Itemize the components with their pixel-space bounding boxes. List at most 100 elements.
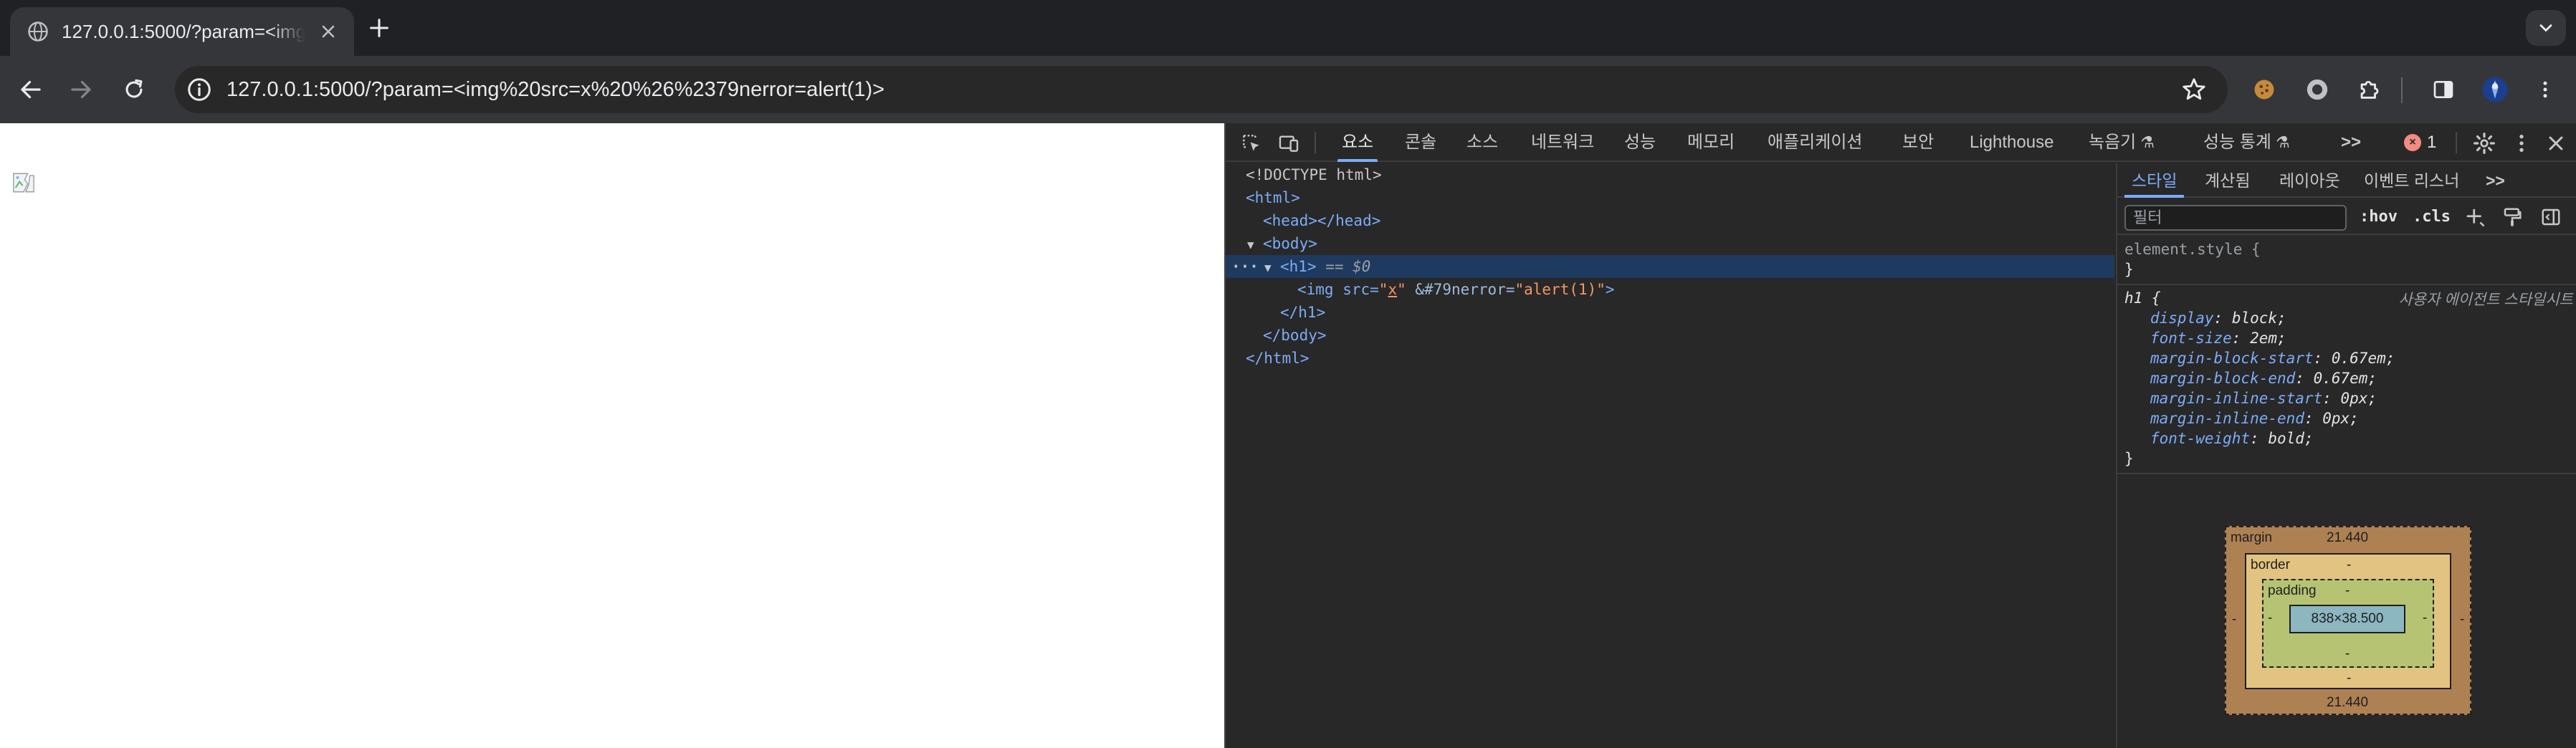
more-options-icon[interactable]: ···	[1231, 255, 1259, 278]
tab-recorder[interactable]: 녹음기 ⚗	[2089, 123, 2155, 162]
dom-body-close[interactable]: </body>	[1226, 324, 2114, 347]
arrow-left-icon	[21, 80, 41, 99]
tab-elements[interactable]: 요소	[1337, 123, 1378, 162]
box-model-diagram: margin 21.440 - - 21.440 border - - padd…	[2225, 526, 2471, 715]
margin-right-value[interactable]: -	[2460, 612, 2464, 628]
padding-bottom-value[interactable]: -	[2345, 646, 2350, 662]
tab-recorder-label: 녹음기	[2089, 133, 2137, 152]
forward-button[interactable]	[66, 75, 96, 105]
tab-styles[interactable]: 스타일	[2124, 163, 2185, 198]
margin-top-value[interactable]: 21.440	[2327, 530, 2368, 546]
html-tag: <html>	[1246, 189, 1300, 206]
reload-button[interactable]	[119, 75, 149, 105]
dom-body-open[interactable]: ▼ <body>	[1226, 232, 2114, 255]
dom-doctype[interactable]: <!DOCTYPE html>	[1226, 163, 2114, 186]
tab-network[interactable]: 네트워크	[1531, 123, 1594, 162]
border-bottom-value[interactable]: -	[2347, 671, 2351, 686]
tab-memory[interactable]: 메모리	[1687, 123, 1735, 162]
inspect-element-icon[interactable]	[1240, 132, 1263, 155]
class-toggle[interactable]: .cls	[2413, 203, 2451, 231]
kebab-menu-icon[interactable]	[2510, 132, 2533, 155]
dom-h1-selected[interactable]: ··· ▼ <h1> == $0	[1226, 255, 2114, 278]
margin-bottom-value[interactable]: 21.440	[2327, 695, 2368, 711]
css-property[interactable]: font-weight: bold;	[2124, 428, 2572, 449]
address-bar[interactable]: 127.0.0.1:5000/?param=<img%20src=x%20%26…	[175, 66, 2228, 113]
head-tag: <head></head>	[1263, 212, 1381, 229]
gear-icon[interactable]	[2473, 132, 2496, 155]
tab-computed[interactable]: 계산됨	[2205, 163, 2250, 198]
add-rule-icon[interactable]	[2464, 206, 2486, 228]
browser-tab-active[interactable]: 127.0.0.1:5000/?param=<img src=x %20&#79…	[10, 7, 354, 56]
star-icon[interactable]	[2180, 76, 2208, 103]
css-property[interactable]: margin-block-end: 0.67em;	[2124, 368, 2572, 388]
padding-top-value[interactable]: -	[2345, 583, 2350, 599]
close-icon[interactable]	[2544, 132, 2567, 155]
css-property[interactable]: margin-inline-end: 0px;	[2124, 408, 2572, 428]
back-button[interactable]	[16, 75, 46, 105]
more-sidebar-tabs-button[interactable]: >>	[2486, 163, 2505, 198]
element-style-rule[interactable]: element.style { }	[2117, 236, 2576, 285]
cookie-extension-button[interactable]	[2249, 75, 2279, 105]
dom-img[interactable]: <img src="x" &#79nerror="alert(1)">	[1226, 278, 2114, 301]
tab-performance-insights-label: 성능 통계	[2203, 133, 2271, 152]
record-extension-button[interactable]	[2302, 75, 2332, 105]
extensions-button[interactable]	[2354, 75, 2384, 105]
tab-event-listeners[interactable]: 이벤트 리스너	[2364, 163, 2459, 198]
tab-performance[interactable]: 성능	[1624, 123, 1656, 162]
dom-head[interactable]: <head></head>	[1226, 209, 2114, 232]
new-tab-icon[interactable]	[367, 16, 391, 40]
tab-layout[interactable]: 레이아웃	[2279, 163, 2340, 198]
css-property[interactable]: margin-inline-start: 0px;	[2124, 388, 2572, 408]
styles-filter-input[interactable]	[2124, 205, 2347, 231]
profile-button[interactable]	[2480, 75, 2510, 105]
paint-roller-icon[interactable]	[2501, 206, 2523, 228]
toggle-sidebar-icon[interactable]	[2540, 206, 2562, 228]
tab-title: 127.0.0.1:5000/?param=<img src=x %20&#79…	[62, 20, 305, 42]
css-property[interactable]: font-size: 2em;	[2124, 328, 2572, 348]
tab-security[interactable]: 보안	[1902, 123, 1934, 162]
box-model-content-size[interactable]: 838×38.500	[2289, 605, 2405, 633]
padding-left-value[interactable]: -	[2268, 610, 2272, 626]
menu-button[interactable]	[2530, 75, 2560, 105]
element-style-selector: element.style {	[2124, 241, 2261, 258]
selected-marker: == $0	[1325, 258, 1371, 275]
body-tag: <body>	[1263, 235, 1317, 252]
tab-performance-insights[interactable]: 성능 통계 ⚗	[2203, 123, 2290, 162]
dom-html-close[interactable]: </html>	[1226, 347, 2114, 370]
error-count: 1	[2427, 133, 2437, 152]
tab-sources[interactable]: 소스	[1466, 123, 1498, 162]
reload-icon	[125, 79, 143, 98]
more-tabs-button[interactable]: >>	[2341, 123, 2361, 162]
site-info-icon[interactable]	[186, 77, 212, 102]
close-icon[interactable]	[318, 21, 338, 42]
box-model-padding[interactable]: padding - - - - 838×38.500	[2262, 579, 2434, 668]
tab-application[interactable]: 애플리케이션	[1768, 123, 1862, 162]
hover-state-toggle[interactable]: :hov	[2360, 203, 2398, 231]
side-panel-button[interactable]	[2428, 75, 2458, 105]
css-property-name: margin-inline-end	[2150, 410, 2304, 427]
dom-h1-close[interactable]: </h1>	[1226, 301, 2114, 324]
chevron-down-icon	[2539, 24, 2552, 32]
css-property[interactable]: margin-block-start: 0.67em;	[2124, 348, 2572, 368]
box-model-border[interactable]: border - - padding - - - - 838×38.500	[2245, 553, 2451, 689]
css-property-name: margin-block-start	[2150, 350, 2314, 367]
css-property-name: margin-inline-start	[2150, 390, 2323, 407]
margin-left-value[interactable]: -	[2232, 612, 2236, 628]
expand-triangle-icon[interactable]: ▼	[1247, 234, 1263, 256]
tab-lighthouse[interactable]: Lighthouse	[1970, 123, 2053, 162]
img-tag-end: >	[1605, 281, 1615, 298]
device-toolbar-icon[interactable]	[1277, 132, 1300, 155]
css-property[interactable]: display: block;	[2124, 308, 2572, 328]
expand-triangle-icon[interactable]: ▼	[1264, 256, 1280, 279]
padding-right-value[interactable]: -	[2423, 610, 2427, 626]
border-top-value[interactable]: -	[2347, 557, 2351, 573]
img-src-link[interactable]: x	[1388, 281, 1397, 298]
error-count-badge[interactable]: × 1	[2404, 123, 2436, 162]
devtools-tabbar: 요소 콘솔 소스 네트워크 성능 메모리 애플리케이션 보안 Lighthous…	[1226, 123, 2576, 162]
tab-search-button[interactable]	[2526, 10, 2566, 46]
h1-ua-rule[interactable]: 사용자 에이전트 스타일시트 h1 { display: block; font…	[2117, 285, 2576, 474]
box-model-margin[interactable]: margin 21.440 - - 21.440 border - - padd…	[2225, 526, 2471, 715]
padding-label: padding	[2268, 583, 2317, 598]
tab-console[interactable]: 콘솔	[1405, 123, 1436, 162]
dom-html-open[interactable]: <html>	[1226, 186, 2114, 209]
